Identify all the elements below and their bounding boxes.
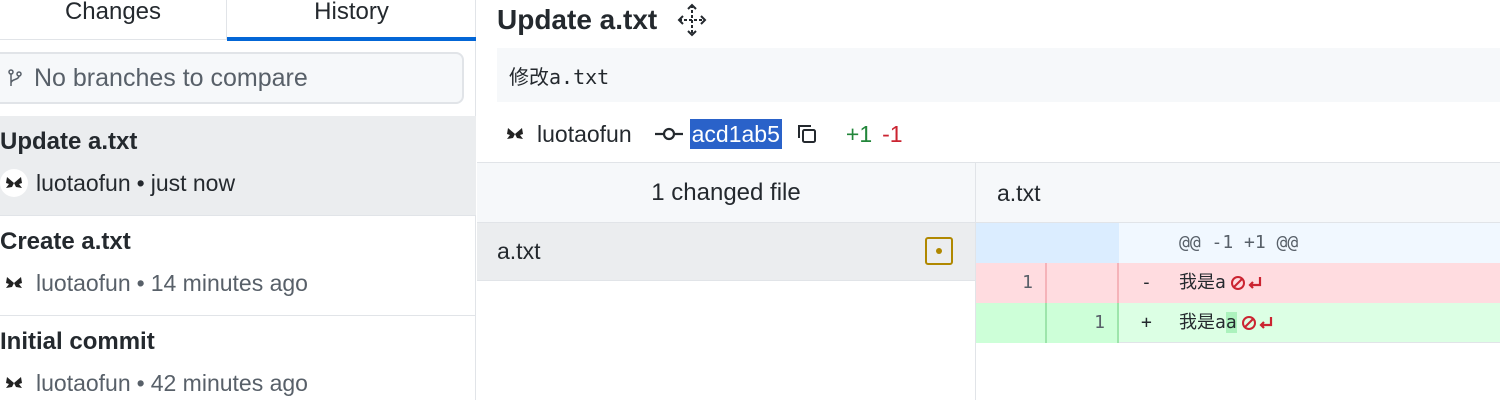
commit-description-text: 修改a.txt [509,64,610,89]
commit-sha[interactable]: acd1ab5 [689,119,782,149]
commit-time: 42 minutes ago [150,369,308,396]
lines-added: +1 [845,120,873,147]
no-newline-icon [1241,314,1275,332]
branch-icon [8,68,26,88]
commit-title: Initial commit [0,328,155,355]
commit-time: 14 minutes ago [150,269,308,296]
new-line-number [1047,263,1119,303]
diff-text: 我是a [1179,312,1226,333]
copy-icon[interactable] [796,122,820,146]
commit-summary-row: Update a.txt [497,0,707,40]
branch-compare-placeholder: No branches to compare [34,63,308,92]
diff-sign: - [1141,272,1152,293]
commit-author: luotaofun [36,369,131,396]
commit-meta: luotaofun • 42 minutes ago [0,368,308,398]
file-name: a.txt [497,238,541,264]
branch-compare-input[interactable]: No branches to compare [0,52,464,104]
lines-deleted: -1 [882,120,903,147]
avatar-icon [505,124,525,144]
diff-text: 我是a [1179,272,1226,293]
commit-meta: luotaofun • 14 minutes ago [0,268,308,298]
commit-list-item[interactable]: Create a.txt luotaofun • 14 minutes ago [0,216,476,316]
move-icon[interactable] [677,3,707,37]
meta-separator: • [136,169,145,196]
new-line-number [1047,223,1119,263]
file-modified-icon [925,237,953,265]
commit-time: just now [150,169,236,196]
hunk-text: @@ -1 +1 @@ [1179,232,1299,253]
old-line-number [976,223,1047,263]
commit-meta: luotaofun • just now [0,168,235,198]
commit-list-item[interactable]: Update a.txt luotaofun • just now [0,116,476,216]
meta-separator: • [136,269,145,296]
tab-changes[interactable]: Changes [0,0,227,40]
commit-description: 修改a.txt [497,48,1500,102]
old-line-number [976,303,1047,343]
changed-files-panel: 1 changed file a.txt [477,162,976,400]
no-newline-icon [1230,274,1264,292]
commit-title: Update a.txt [0,128,138,155]
avatar-icon [0,369,28,397]
meta-separator: • [136,369,145,396]
new-line-number: 1 [1047,303,1119,343]
commit-author: luotaofun [537,120,632,147]
diff-highlight: a [1225,312,1237,333]
commit-author: luotaofun [36,269,131,296]
changed-files-header: 1 changed file [477,163,975,223]
old-line-number: 1 [976,263,1047,303]
commit-author: luotaofun [36,169,131,196]
diff-code: + 我是aa [1119,303,1275,343]
avatar-icon [0,269,28,297]
diff-panel: a.txt @@ -1 +1 @@ 1 - 我是a 1 + 我是aa [976,162,1500,400]
tab-history[interactable]: History [227,0,476,41]
commit-meta-row: luotaofun acd1ab5 +1 -1 [505,116,903,152]
diff-sign: + [1141,312,1152,333]
changed-file-item[interactable]: a.txt [477,223,975,281]
commit-icon [654,124,684,144]
commit-list-item[interactable]: Initial commit luotaofun • 42 minutes ag… [0,316,476,400]
sidebar-tabs: Changes History [0,0,476,41]
history-sidebar: Changes History No branches to compare U… [0,0,476,400]
diff-line-added[interactable]: 1 + 我是aa [976,303,1500,343]
commit-title: Create a.txt [0,228,131,255]
diff-line-deleted[interactable]: 1 - 我是a [976,263,1500,303]
diff-code: - 我是a [1119,263,1264,303]
avatar-icon [0,169,28,197]
commit-summary: Update a.txt [497,4,658,35]
diff-file-header: a.txt [976,163,1500,223]
diff-hunk-header: @@ -1 +1 @@ [976,223,1500,263]
